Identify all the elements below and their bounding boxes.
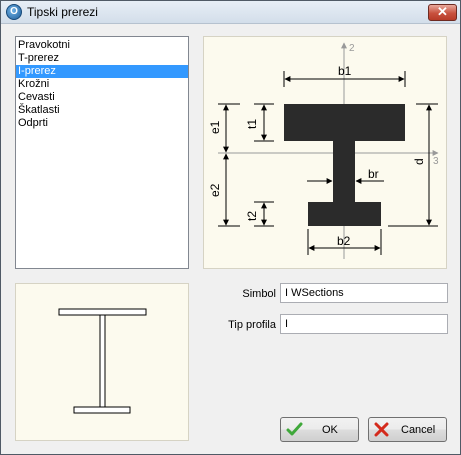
title-bar[interactable]: O Tipski prerezi ✕ [1,1,460,24]
window-title: Tipski prerezi [27,5,98,19]
b1-label: b1 [338,64,352,78]
i-section-preview [58,308,147,414]
br-label: br [368,167,379,181]
ok-button-label: OK [322,424,338,436]
t2-label: t2 [245,211,259,221]
symbol-label: Simbol [242,288,276,300]
list-item-selected[interactable]: I-prerez [16,65,188,78]
web [333,141,355,202]
dialog-window: O Tipski prerezi ✕ Pravokotni T-prerez I… [0,0,461,455]
checkmark-icon [286,422,303,436]
ok-button[interactable]: OK [280,417,359,442]
close-button[interactable]: ✕ [428,4,457,21]
i-section-diagram: 2 3 b1 d e1 e2 t1 t2 br b2 [208,42,439,259]
e2-label: e2 [208,183,222,197]
e1-label: e1 [208,120,222,134]
profile-type-field[interactable]: I [280,314,448,334]
profile-type-label: Tip profila [228,319,276,331]
app-logo-icon: O [6,4,22,20]
symbol-field[interactable]: I WSections [280,283,448,303]
section-diagram-panel: 2 3 b1 d e1 e2 t1 t2 br b2 [203,36,447,269]
cancel-button-label: Cancel [401,424,436,436]
top-flange [284,104,405,141]
list-item[interactable]: Odprti [16,117,188,130]
list-item[interactable]: Krožni [16,78,188,91]
section-type-list[interactable]: Pravokotni T-prerez I-prerez Krožni Ceva… [15,36,189,269]
list-item[interactable]: Pravokotni [16,39,188,52]
b2-label: b2 [337,234,351,248]
axis-3-label: 3 [433,156,439,167]
list-item[interactable]: T-prerez [16,52,188,65]
axis-2-label: 2 [349,43,355,54]
bottom-flange [308,202,381,226]
cancel-button[interactable]: Cancel [368,417,447,442]
red-x-icon [374,422,389,437]
d-label: d [412,158,426,165]
list-item[interactable]: Cevasti [16,91,188,104]
list-item[interactable]: Škatlasti [16,104,188,117]
section-preview-panel [15,283,189,441]
t1-label: t1 [245,119,259,129]
